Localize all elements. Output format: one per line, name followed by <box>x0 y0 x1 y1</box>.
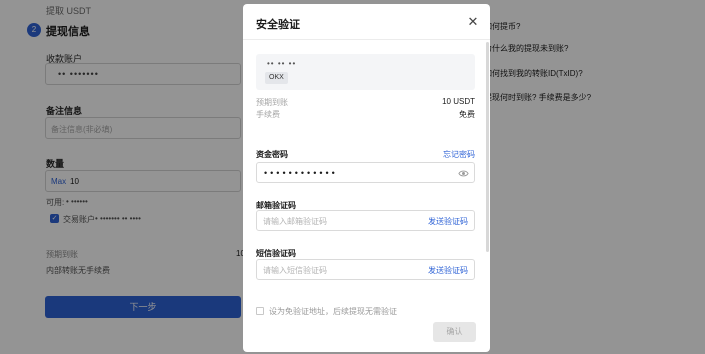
withdraw-address: •• •• •• <box>267 59 297 68</box>
sms-code-input[interactable]: 请输入短信验证码 发送验证码 <box>256 259 475 280</box>
modal-header-divider <box>243 39 490 40</box>
fee-row: 手续费 免费 <box>256 109 475 120</box>
password-dots: •••••••••••• <box>264 168 338 178</box>
security-verification-modal: 安全验证 ✕ •• •• •• OKX 预期到账 10 USDT 手续费 免费 … <box>243 4 490 352</box>
expected-arrival-row: 预期到账 10 USDT <box>256 97 475 108</box>
expected-arrival-label: 预期到账 <box>256 98 288 107</box>
fund-password-input[interactable]: •••••••••••• <box>256 162 475 183</box>
free-address-checkbox[interactable] <box>256 307 264 315</box>
modal-scrollbar[interactable] <box>486 42 489 252</box>
sms-code-placeholder: 请输入短信验证码 <box>263 266 327 275</box>
fee-label: 手续费 <box>256 110 280 119</box>
sms-send-code-button[interactable]: 发送验证码 <box>428 265 468 276</box>
email-code-input[interactable]: 请输入邮箱验证码 发送验证码 <box>256 210 475 231</box>
address-tag-badge: OKX <box>265 72 288 84</box>
sms-code-label: 短信验证码 <box>256 249 296 258</box>
close-icon[interactable]: ✕ <box>467 15 479 28</box>
free-address-label: 设为免验证地址，后续提现无需验证 <box>269 307 397 316</box>
fee-value: 免费 <box>459 110 475 119</box>
eye-icon[interactable] <box>458 168 469 179</box>
email-send-code-button[interactable]: 发送验证码 <box>428 216 468 227</box>
modal-title: 安全验证 <box>256 19 300 31</box>
expected-arrival-value: 10 USDT <box>442 97 475 106</box>
confirm-button[interactable]: 确认 <box>433 322 476 342</box>
withdraw-address-card: •• •• •• OKX <box>256 54 475 90</box>
email-code-placeholder: 请输入邮箱验证码 <box>263 217 327 226</box>
forgot-password-link[interactable]: 忘记密码 <box>443 149 475 160</box>
free-address-option[interactable]: 设为免验证地址，后续提现无需验证 <box>256 306 397 317</box>
fund-password-label: 资金密码 <box>256 150 288 159</box>
